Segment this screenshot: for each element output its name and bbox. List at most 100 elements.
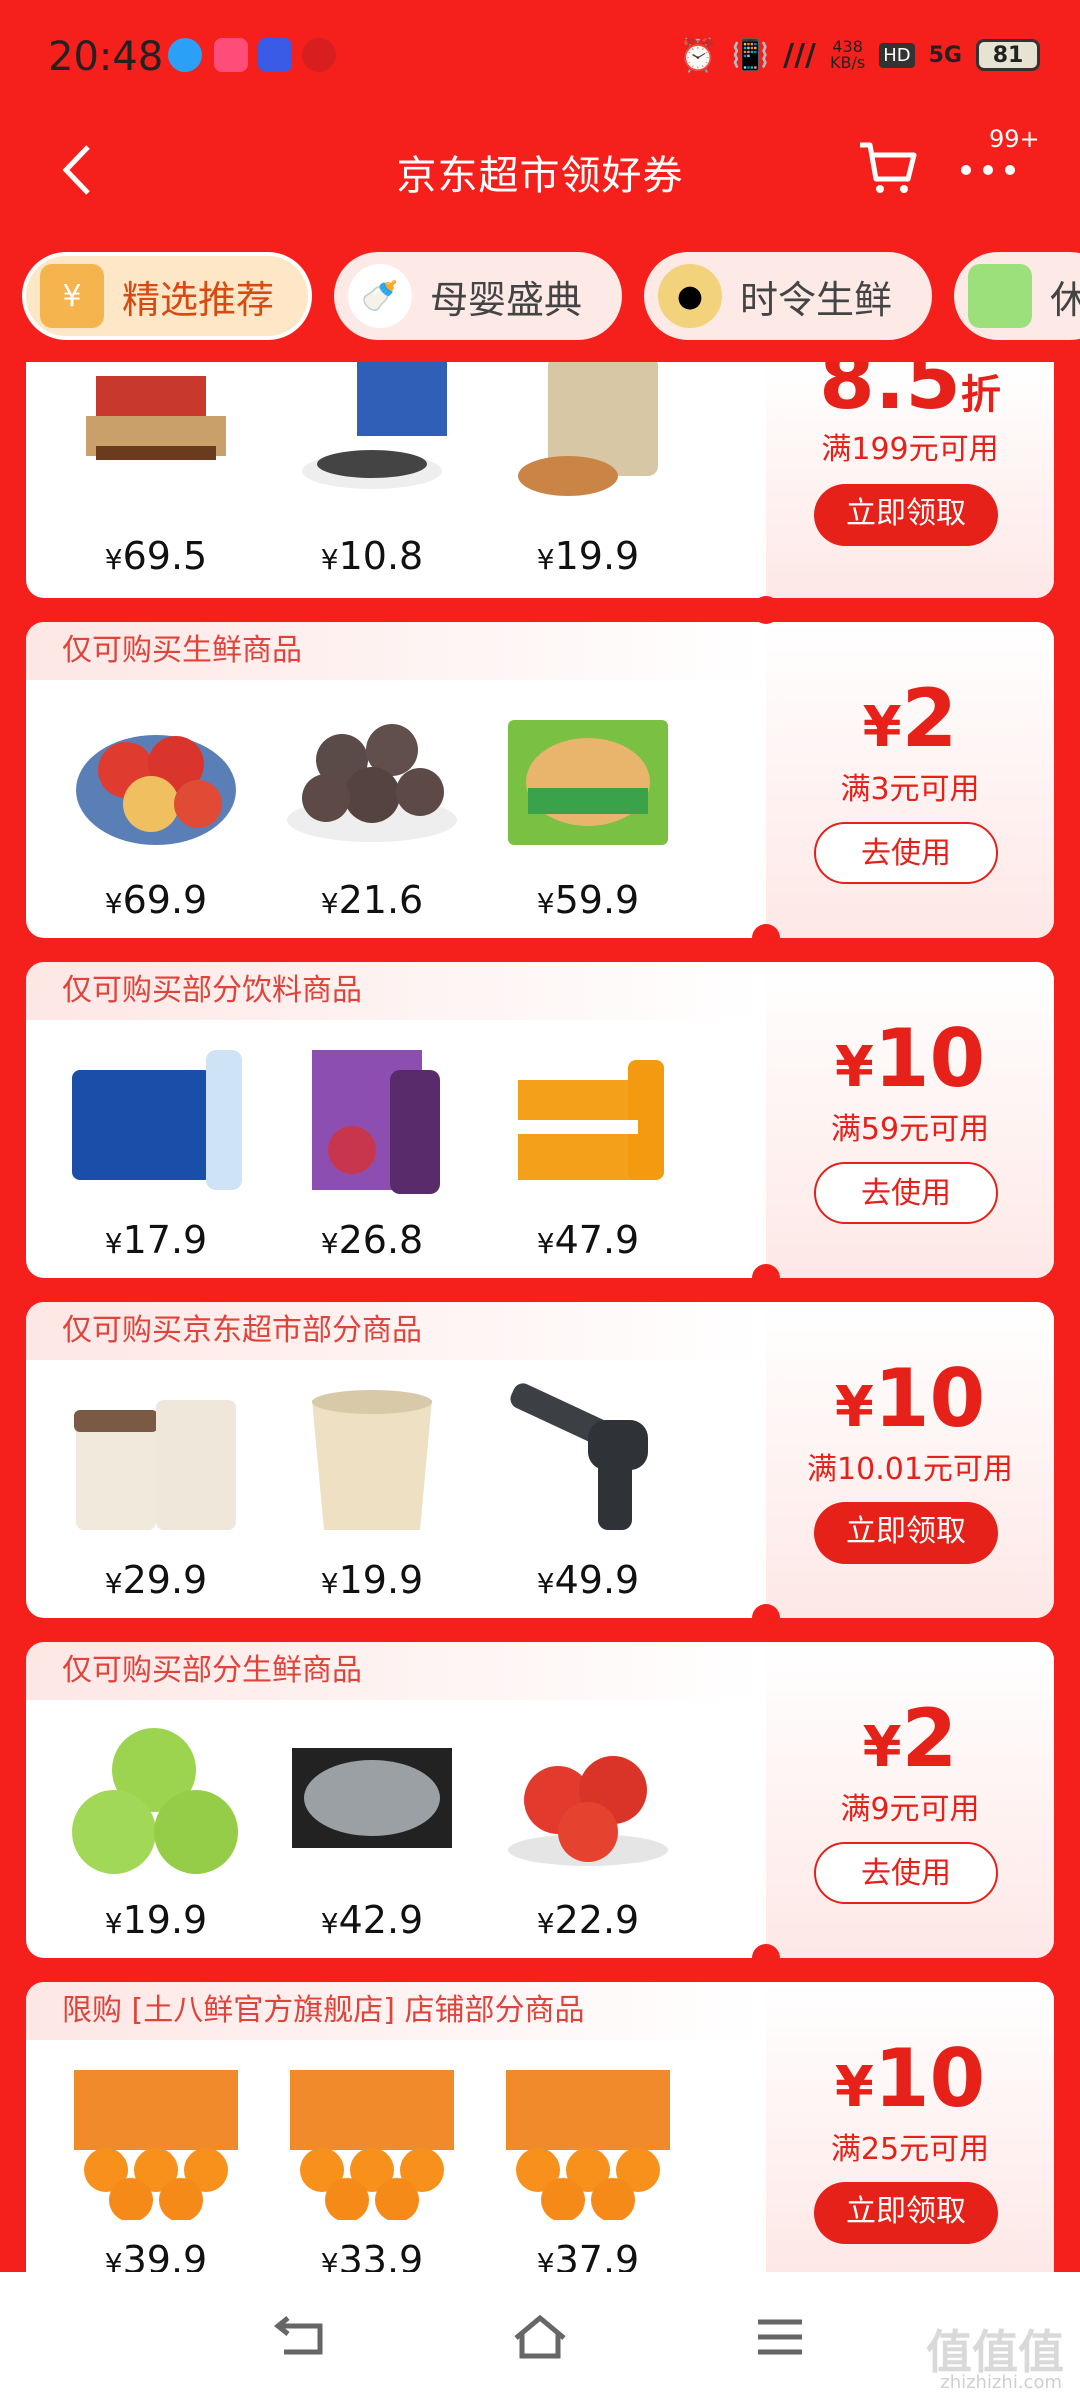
tab-seasonal-fresh[interactable]: ● 时令生鲜 — [644, 252, 932, 340]
watermark-url: zhizhizhi.com — [940, 2372, 1062, 2393]
use-button[interactable]: 去使用 — [814, 1162, 998, 1224]
hd-icon: HD — [879, 42, 915, 68]
product-price: ¥39.9 — [104, 2238, 208, 2272]
tab-label: 休 — [1050, 277, 1080, 322]
product-image — [86, 376, 226, 460]
message-icon — [302, 38, 336, 72]
coupon-card: ¥69.5 ¥10.8 ¥19.9 8.5折 满199元可用 立即领取 — [26, 362, 1054, 598]
coupon-condition: 仅可购买部分饮料商品 — [26, 962, 766, 1020]
coupon-threshold: 满59元可用 — [830, 1112, 990, 1147]
system-nav-bar: 值值值 zhizhizhi.com — [0, 2272, 1080, 2400]
home-nav-icon[interactable] — [510, 2312, 570, 2362]
product-price: ¥37.9 — [536, 2238, 640, 2272]
product-price: ¥19.9 — [320, 1558, 424, 1602]
category-tabs: ¥ 精选推荐 🍼 母婴盛典 ● 时令生鲜 休 — [0, 252, 1080, 346]
product-price: ¥49.9 — [536, 1558, 640, 1602]
tab-label: 精选推荐 — [122, 277, 275, 322]
product-image — [74, 2070, 238, 2220]
product-price: ¥69.5 — [104, 534, 208, 578]
product-image — [518, 1060, 664, 1180]
tab-snacks[interactable]: 休 — [954, 252, 1080, 340]
product-price: ¥21.6 — [320, 878, 424, 922]
snack-icon — [968, 264, 1032, 328]
coupon-value: ¥2 — [862, 1692, 958, 1785]
alarm-icon: ⏰ — [677, 36, 718, 74]
card-notch — [752, 1944, 780, 1972]
product-price: ¥26.8 — [320, 1218, 424, 1262]
product-price: ¥69.9 — [104, 878, 208, 922]
coupon-card: 仅可购买生鲜商品 ¥69.9 ¥21.6 ¥59.9 ¥2 满3元可用 去使用 — [26, 622, 1054, 938]
use-button[interactable]: 去使用 — [814, 1842, 998, 1904]
product-image — [312, 1390, 432, 1530]
product-image — [508, 1756, 668, 1866]
product-price: ¥33.9 — [320, 2238, 424, 2272]
cart-icon[interactable] — [858, 137, 918, 197]
coupon-condition: 限购 [土八鲜官方旗舰店] 店铺部分商品 — [26, 1982, 766, 2040]
more-icon[interactable] — [958, 155, 1018, 185]
coupon-card: 仅可购买京东超市部分商品 ¥29.9 ¥19.9 ¥49.9 ¥10 满10.0… — [26, 1302, 1054, 1618]
coupon-card: 仅可购买部分饮料商品 ¥17.9 ¥26.8 ¥47.9 ¥10 满59元可用 — [26, 962, 1054, 1278]
wifi-icon: /// — [783, 37, 817, 73]
coupon-threshold: 满3元可用 — [840, 772, 980, 807]
card-notch — [752, 1264, 780, 1292]
product-price: ¥10.8 — [320, 534, 424, 578]
coupon-threshold: 满9元可用 — [840, 1792, 980, 1827]
product-image — [292, 1748, 452, 1848]
baby-bottle-icon: 🍼 — [348, 264, 412, 328]
card-notch — [752, 596, 780, 624]
tieba-icon — [258, 38, 292, 72]
product-image — [508, 720, 668, 845]
product-price: ¥17.9 — [104, 1218, 208, 1262]
product-price: ¥59.9 — [536, 878, 640, 922]
coupon-value: ¥10 — [834, 2032, 986, 2125]
net-speed: 438 KB/s — [830, 37, 866, 72]
status-bar: 20:48 ⏰ 📳 /// 438 KB/s HD 5G 81 — [0, 0, 1080, 115]
coupon-value: ¥10 — [834, 1012, 986, 1105]
back-nav-icon[interactable] — [270, 2312, 330, 2362]
product-image — [76, 735, 236, 845]
tab-featured[interactable]: ¥ 精选推荐 — [22, 252, 312, 340]
message-badge: 99+ — [985, 125, 1044, 153]
claim-button[interactable]: 立即领取 — [814, 1502, 998, 1564]
product-price: ¥42.9 — [320, 1898, 424, 1942]
menu-nav-icon[interactable] — [750, 2312, 810, 2362]
product-image — [510, 1383, 648, 1530]
claim-button[interactable]: 立即领取 — [814, 2182, 998, 2244]
coupon-threshold: 满199元可用 — [821, 432, 999, 467]
product-image — [518, 362, 658, 496]
product-price: ¥19.9 — [536, 534, 640, 578]
durian-icon: ● — [658, 264, 722, 328]
coupon-value: ¥2 — [862, 672, 958, 765]
product-price: ¥19.9 — [104, 1898, 208, 1942]
tab-maternal-baby[interactable]: 🍼 母婴盛典 — [334, 252, 622, 340]
vibrate-icon: 📳 — [731, 37, 770, 73]
product-image — [302, 362, 447, 489]
product-price: ¥22.9 — [536, 1898, 640, 1942]
product-image — [290, 2070, 454, 2220]
claim-button[interactable]: 立即领取 — [814, 484, 998, 546]
use-button[interactable]: 去使用 — [814, 822, 998, 884]
coupon-condition: 仅可购买京东超市部分商品 — [26, 1302, 766, 1360]
status-time: 20:48 — [48, 34, 164, 80]
product-price: ¥47.9 — [536, 1218, 640, 1262]
coupon-card: 限购 [土八鲜官方旗舰店] 店铺部分商品 ¥39.9 ¥33.9 ¥37.9 ¥… — [26, 1982, 1054, 2272]
card-notch — [752, 924, 780, 952]
tab-label: 母婴盛典 — [430, 277, 583, 322]
qq-icon — [168, 38, 202, 72]
signal-icon: 5G — [928, 42, 962, 68]
coupon-condition: 仅可购买部分生鲜商品 — [26, 1642, 766, 1700]
coupon-value: 8.5折 — [819, 362, 1001, 427]
product-image — [312, 1050, 440, 1194]
product-image — [287, 724, 457, 842]
coupon-icon: ¥ — [40, 264, 104, 328]
coupon-card: 仅可购买部分生鲜商品 ¥19.9 ¥42.9 ¥22.9 ¥2 满9元可用 去使… — [26, 1642, 1054, 1958]
battery-icon: 81 — [976, 39, 1040, 71]
app-notification-icon — [214, 38, 248, 72]
tab-label: 时令生鲜 — [740, 277, 893, 322]
card-notch — [752, 1604, 780, 1632]
product-price: ¥29.9 — [104, 1558, 208, 1602]
product-image — [72, 1728, 238, 1874]
product-image — [72, 1050, 242, 1190]
product-image — [74, 1400, 236, 1530]
coupon-threshold: 满25元可用 — [830, 2132, 990, 2167]
